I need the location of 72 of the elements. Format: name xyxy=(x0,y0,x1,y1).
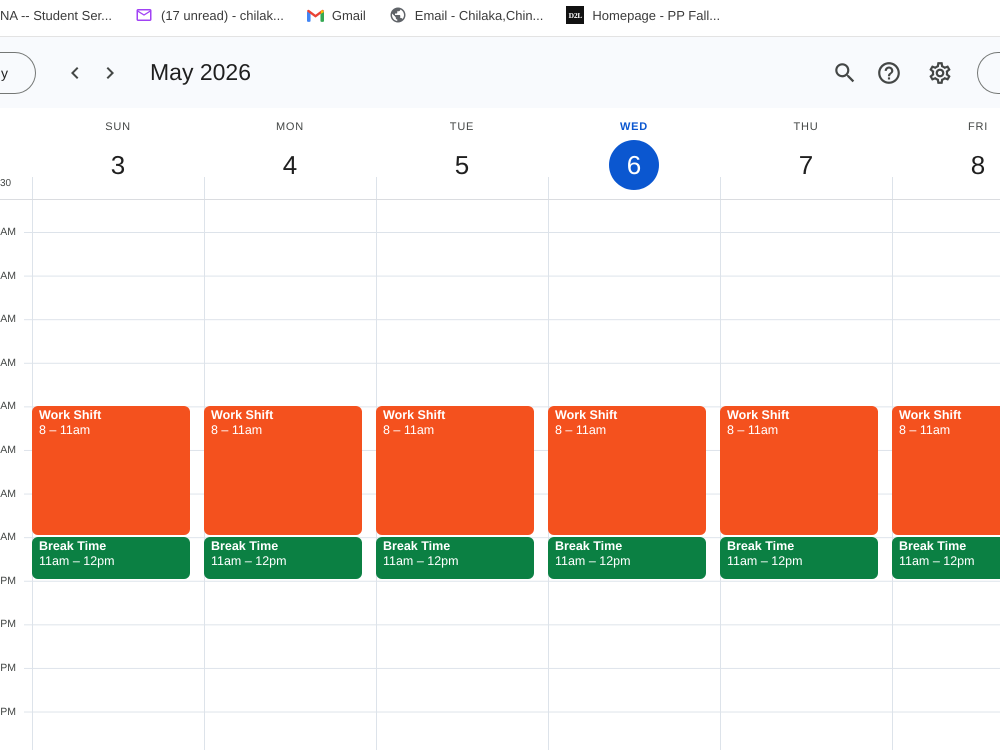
event-time: 8 – 11am xyxy=(211,423,262,438)
hour-label: AM xyxy=(0,486,16,501)
event-card[interactable]: Break Time 11am – 12pm xyxy=(892,537,1000,579)
hour-label: AM xyxy=(0,225,16,239)
m-logo-icon xyxy=(306,8,324,22)
hour-label: AM xyxy=(0,442,16,457)
event-time: 8 – 11am xyxy=(383,423,434,438)
event-time: 8 – 11am xyxy=(899,423,950,438)
hour-label: AM xyxy=(0,312,16,326)
day-number[interactable]: 5 xyxy=(437,140,487,190)
hour-label: AM xyxy=(0,268,16,283)
event-card[interactable]: Break Time 11am – 12pm xyxy=(32,537,190,579)
event-time: 11am – 12pm xyxy=(383,554,459,570)
event-title: Break Time xyxy=(211,539,278,554)
event-time: 11am – 12pm xyxy=(899,554,975,570)
event-title: Break Time xyxy=(727,539,794,554)
timezone-label: 30 xyxy=(0,178,12,190)
hour-label: PM xyxy=(0,617,16,632)
day-name: TUE xyxy=(450,120,474,134)
event-title: Work Shift xyxy=(211,408,274,424)
day-number[interactable]: 4 xyxy=(265,140,315,190)
day-number[interactable]: 8 xyxy=(953,140,1000,190)
day-number[interactable]: 6 xyxy=(609,140,659,190)
day-name: THU xyxy=(793,120,818,134)
event-time: 8 – 11am xyxy=(727,423,778,438)
month-title: May 2026 xyxy=(150,59,252,86)
help-icon[interactable] xyxy=(876,60,902,86)
day-number[interactable]: 7 xyxy=(781,140,831,190)
event-time: 11am – 12pm xyxy=(39,554,115,570)
bookmark-link[interactable]: (17 unread) - chilak... xyxy=(135,6,284,24)
day-name: SUN xyxy=(105,120,131,134)
event-title: Work Shift xyxy=(39,408,102,424)
event-title: Work Shift xyxy=(383,408,446,424)
today-button[interactable]: y xyxy=(0,52,36,94)
event-card[interactable]: Break Time 11am – 12pm xyxy=(376,537,534,579)
bookmark-link[interactable]: Email - Chilaka,Chin... xyxy=(388,6,544,24)
event-card[interactable]: Break Time 11am – 12pm xyxy=(720,537,878,579)
event-card[interactable]: Break Time 11am – 12pm xyxy=(548,537,706,579)
event-time: 11am – 12pm xyxy=(555,554,631,570)
day-name: WED xyxy=(620,120,648,134)
globe-icon xyxy=(388,6,407,24)
event-title: Break Time xyxy=(899,539,966,554)
event-card[interactable]: Work Shift 8 – 11am xyxy=(892,406,1000,536)
hour-label: PM xyxy=(0,704,16,719)
hour-label: AM xyxy=(0,356,16,370)
day-number[interactable]: 3 xyxy=(93,140,143,190)
event-time: 11am – 12pm xyxy=(211,554,287,570)
hour-label: AM xyxy=(0,399,16,414)
event-title: Break Time xyxy=(383,539,450,554)
day-name: FRI xyxy=(968,120,988,134)
event-time: 8 – 11am xyxy=(39,423,90,438)
event-card[interactable]: Work Shift 8 – 11am xyxy=(376,406,534,536)
event-title: Work Shift xyxy=(555,408,618,424)
hour-label: PM xyxy=(0,660,16,675)
event-time: 8 – 11am xyxy=(555,423,606,438)
event-card[interactable]: Work Shift 8 – 11am xyxy=(720,406,878,536)
event-title: Break Time xyxy=(39,539,106,554)
bookmark-link[interactable]: Gmail xyxy=(306,8,366,22)
event-title: Work Shift xyxy=(899,408,962,424)
event-time: 11am – 12pm xyxy=(727,554,803,570)
hour-label: AM xyxy=(0,530,16,544)
envelope-icon xyxy=(135,6,153,24)
settings-icon[interactable] xyxy=(927,60,953,86)
hour-label: PM xyxy=(0,574,16,588)
event-card[interactable]: Break Time 11am – 12pm xyxy=(204,537,362,579)
event-title: Work Shift xyxy=(727,408,790,424)
event-card[interactable]: Work Shift 8 – 11am xyxy=(32,406,190,536)
event-card[interactable]: Work Shift 8 – 11am xyxy=(548,406,706,536)
event-title: Break Time xyxy=(555,539,622,554)
day-name: MON xyxy=(276,120,304,134)
bookmark-link[interactable]: NA -- Student Ser... xyxy=(0,8,112,22)
event-card[interactable]: Work Shift 8 – 11am xyxy=(204,406,362,536)
